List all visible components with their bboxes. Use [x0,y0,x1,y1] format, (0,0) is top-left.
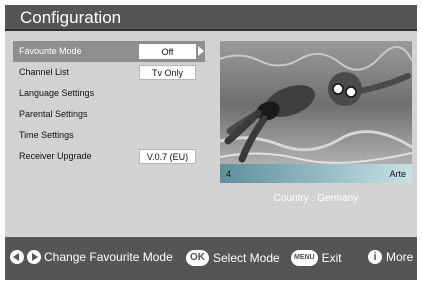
menu-item-receiver-upgrade[interactable]: Receiver Upgrade V.0.7 (EU) [13,146,205,167]
change-hint-label: Change Favourite Mode [44,250,173,264]
page-title: Configuration [5,5,417,31]
favourite-mode-value[interactable]: Off [139,44,196,59]
menu-item-channel-list[interactable]: Channel List Tv Only [13,62,205,83]
menu-item-favourite-mode[interactable]: Favourite Mode Off [13,41,205,62]
settings-menu: Favourite Mode Off Channel List Tv Only … [13,41,205,167]
channel-list-value[interactable]: Tv Only [139,65,196,80]
swimmer-image [220,41,412,169]
menu-item-parental-settings[interactable]: Parental Settings [13,104,205,125]
left-arrow-icon [10,250,24,264]
menu-item-label: Parental Settings [19,109,88,119]
select-mode-hint: OK Select Mode [186,250,280,266]
menu-item-label: Favourite Mode [19,46,82,56]
channel-name: Arte [389,169,406,179]
exit-hint-label: Exit [321,251,342,265]
menu-item-language-settings[interactable]: Language Settings [13,83,205,104]
exit-hint: MENU Exit [291,250,342,266]
menu-key-icon: MENU [291,250,318,266]
config-panel: Favourite Mode Off Channel List Tv Only … [5,33,417,235]
change-favourite-hint: Change Favourite Mode [10,250,173,264]
menu-item-label: Time Settings [19,130,74,140]
info-icon: i [368,250,382,264]
channel-info-bar: 4 Arte [220,164,412,183]
select-hint-label: Select Mode [213,251,280,265]
help-bar: Change Favourite Mode OK Select Mode MEN… [5,237,417,280]
more-hint-label: More [386,250,414,264]
tv-screen: Configuration Favourite Mode Off Channel… [5,5,417,280]
country-label: Country : Germany [273,193,359,204]
receiver-upgrade-value[interactable]: V.0.7 (EU) [139,149,196,164]
channel-number: 4 [226,169,232,179]
menu-item-label: Channel List [19,67,70,77]
menu-item-time-settings[interactable]: Time Settings [13,125,205,146]
menu-item-label: Receiver Upgrade [19,151,92,161]
more-hint: i More [368,250,413,264]
video-preview [220,41,412,169]
right-arrow-icon[interactable] [198,46,204,56]
menu-item-label: Language Settings [19,88,95,98]
ok-key-icon: OK [186,250,209,266]
right-arrow-icon [27,250,41,264]
